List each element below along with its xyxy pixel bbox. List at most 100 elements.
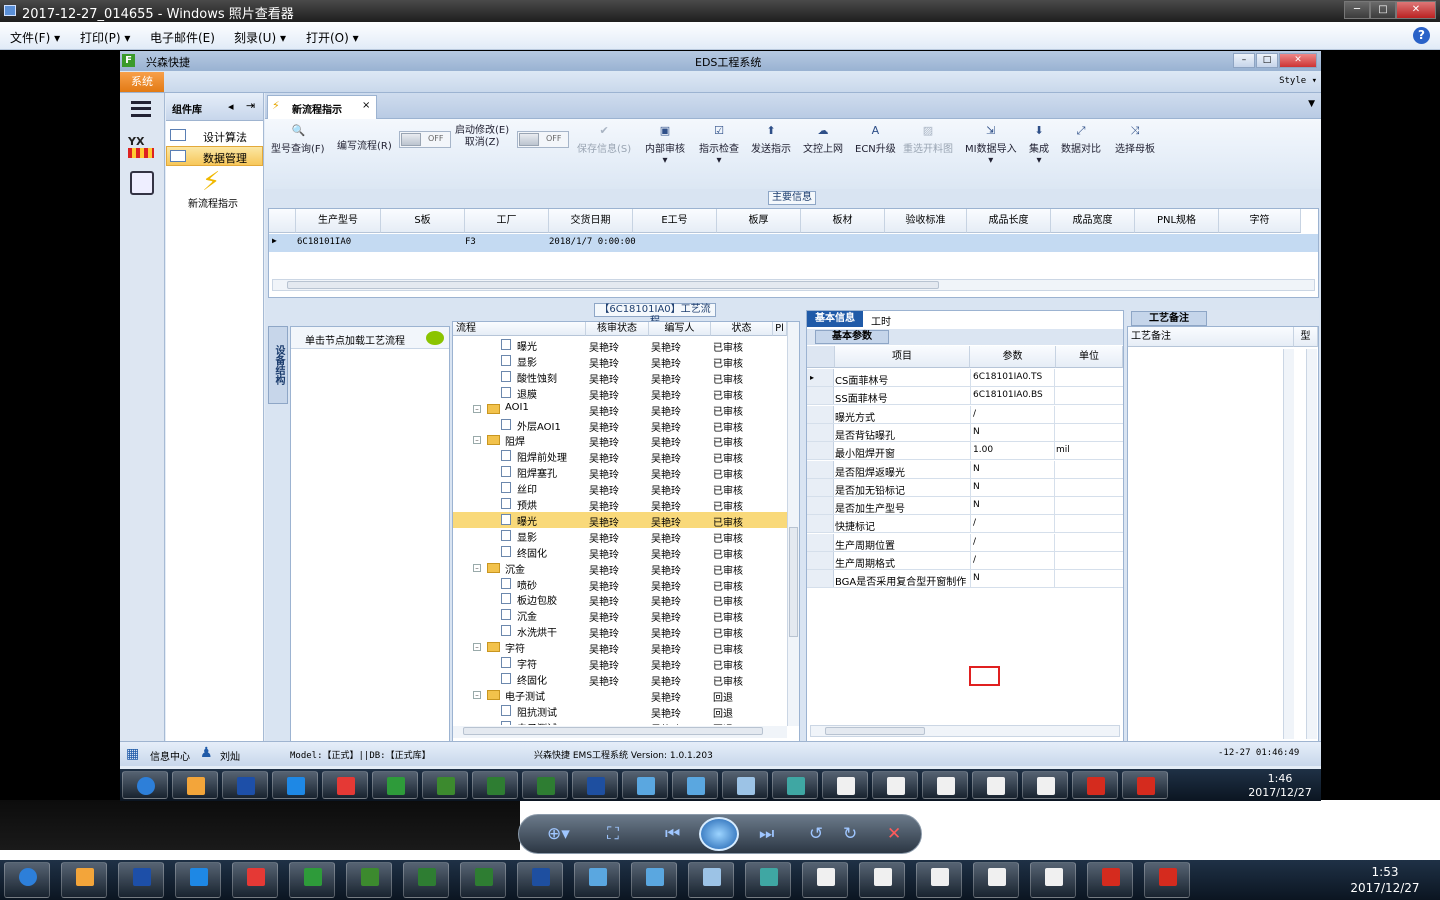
notes-tab[interactable]: 工艺备注 (1131, 311, 1207, 326)
taskbar-photo-button[interactable] (631, 862, 677, 898)
col-header[interactable]: 流程 (453, 322, 586, 336)
rotate-right-icon[interactable]: ↻ (843, 824, 857, 844)
property-row[interactable]: 最小阻焊开窗 1.00 mil (807, 442, 1123, 461)
fit-icon[interactable]: ⛶ (607, 824, 619, 844)
tab-hours[interactable]: 工时 (871, 313, 891, 328)
grid-icon[interactable]: ▦ (126, 746, 139, 762)
col-header[interactable]: 编写人 (649, 322, 711, 336)
basic-params-tab[interactable]: 基本参数 (815, 330, 889, 344)
pin-icon[interactable]: ⇥ (246, 99, 255, 112)
next-icon[interactable]: ⏭ (759, 824, 774, 844)
property-row[interactable]: BGA是否采用复合型开窗制作 N (807, 570, 1123, 589)
send-instruction-button[interactable]: ⬆ 发送指示 (751, 125, 791, 155)
close-icon[interactable]: × (362, 100, 370, 111)
taskbar-excel-button[interactable] (472, 771, 518, 799)
taskbar-x-button[interactable] (859, 862, 905, 898)
taskbar-x-button[interactable] (822, 771, 868, 799)
minimize-button[interactable]: ─ (1344, 1, 1370, 19)
tree-row[interactable]: 显影 吴艳玲 吴艳玲 已审核 (453, 353, 787, 370)
property-value[interactable]: N (970, 478, 1055, 496)
col-header[interactable]: S板 (381, 209, 465, 233)
tree-row[interactable]: – 阻焊 吴艳玲 吴艳玲 已审核 (453, 432, 787, 449)
redo-chart-button[interactable]: ▨ 重选开料图 (903, 125, 953, 155)
taskbar-x-button[interactable] (1022, 771, 1068, 799)
menu-burn[interactable]: 刻录(U) ▾ (234, 29, 286, 46)
property-value[interactable]: N (970, 497, 1055, 515)
info-center[interactable]: 信息中心 (150, 748, 190, 763)
outer-clock[interactable]: 1:53 2017/12/27 (1340, 864, 1430, 896)
tree-row[interactable]: 酸性蚀刻 吴艳玲 吴艳玲 已审核 (453, 369, 787, 386)
tree-row[interactable]: 板边包胶 吴艳玲 吴艳玲 已审核 (453, 591, 787, 608)
tree-row[interactable]: 曝光 吴艳玲 吴艳玲 已审核 (453, 511, 787, 529)
taskbar-save-button[interactable] (222, 771, 268, 799)
taskbar-shell-button[interactable] (772, 771, 818, 799)
app-minimize-button[interactable]: – (1233, 53, 1255, 68)
tree-row[interactable]: 水洗烘干 吴艳玲 吴艳玲 已审核 (453, 623, 787, 640)
collapse-toggle-icon[interactable]: – (473, 404, 481, 413)
col-header[interactable]: PNL规格 (1135, 209, 1219, 233)
table-row[interactable]: ▶ 6C18101IA0 F3 2018/1/7 0:00:00 (269, 234, 1318, 252)
col-header[interactable]: 成品长度 (967, 209, 1051, 233)
taskbar-pdf-button[interactable] (1072, 771, 1118, 799)
col-header[interactable]: Pl (773, 322, 787, 336)
tree-hscrollbar[interactable] (453, 726, 787, 738)
taskbar-g-button[interactable] (322, 771, 368, 799)
taskbar-x-button[interactable] (872, 771, 918, 799)
collapse-toggle-icon[interactable]: – (473, 690, 481, 699)
taskbar-excel-button[interactable] (403, 862, 449, 898)
property-value[interactable]: 1.00 (970, 442, 1055, 460)
edit-flow-button[interactable]: 编写流程(R) (337, 137, 392, 152)
tree-row[interactable]: 外层AOI1 吴艳玲 吴艳玲 已审核 (453, 417, 787, 434)
taskbar-photo-button[interactable] (574, 862, 620, 898)
taskbar-photo-button[interactable] (622, 771, 668, 799)
property-row[interactable]: 快捷标记 / (807, 515, 1123, 534)
collapse-toggle-icon[interactable]: – (473, 436, 481, 445)
tree-row[interactable]: 显影 吴艳玲 吴艳玲 已审核 (453, 528, 787, 545)
notes-vscrollbar[interactable] (1283, 349, 1294, 739)
select-board-button[interactable]: ⤨ 选择母板 (1115, 125, 1155, 155)
col-header[interactable]: 工艺备注 (1128, 327, 1294, 347)
notes-vscrollbar-2[interactable] (1306, 349, 1317, 739)
close-button[interactable]: ✕ (1396, 1, 1436, 19)
property-value[interactable]: / (970, 405, 1055, 423)
tree-row[interactable]: 电子测试 吴艳玲 回退 (453, 719, 787, 725)
taskbar-f-button[interactable] (289, 862, 335, 898)
hamburger-icon[interactable] (131, 101, 151, 117)
taskbar-chrome-shell-button[interactable] (61, 862, 107, 898)
scroll-thumb[interactable] (789, 527, 798, 637)
tab-basic-info[interactable]: 基本信息 (807, 311, 863, 327)
tree-row[interactable]: 预烘 吴艳玲 吴艳玲 已审核 (453, 496, 787, 513)
rotate-left-icon[interactable]: ↺ (809, 824, 823, 844)
taskbar-x-button[interactable] (972, 771, 1018, 799)
calculator-icon[interactable] (130, 171, 154, 195)
load-hint-row[interactable]: 单击节点加载工艺流程 (291, 327, 449, 349)
taskbar-x-button[interactable] (802, 862, 848, 898)
tree-row[interactable]: 阻焊塞孔 吴艳玲 吴艳玲 已审核 (453, 464, 787, 481)
taskbar-excel-button[interactable] (522, 771, 568, 799)
auto-modify-button[interactable]: 启动修改(E) 取消(Z) (455, 125, 509, 149)
slideshow-button[interactable] (699, 817, 739, 851)
property-row[interactable]: ▸ CS面菲林号 6C18101IA0.TS (807, 369, 1123, 387)
collapse-left-icon[interactable]: ◂ (228, 100, 234, 113)
upload-web-button[interactable]: ☁ 文控上网 (803, 125, 843, 155)
collapse-toggle-icon[interactable]: – (473, 563, 481, 572)
col-header[interactable]: 板材 (801, 209, 885, 233)
taskbar-chrome-shell-button[interactable] (172, 771, 218, 799)
property-value[interactable]: / (970, 515, 1055, 533)
taskbar-f-button[interactable] (372, 771, 418, 799)
property-row[interactable]: 是否加生产型号 N (807, 497, 1123, 516)
tree-row[interactable]: 退膜 吴艳玲 吴艳玲 已审核 (453, 385, 787, 402)
delete-icon[interactable]: ✕ (887, 824, 901, 844)
taskbar-start-button[interactable] (4, 862, 50, 898)
col-header[interactable]: 核审状态 (586, 322, 649, 336)
collapse-toggle-icon[interactable]: – (473, 643, 481, 652)
col-header[interactable]: 项目 (835, 346, 970, 368)
tree-row[interactable]: 阻抗测试 吴艳玲 回退 (453, 703, 787, 720)
taskbar-ie-button[interactable] (175, 862, 221, 898)
taskbar-doc-button[interactable] (688, 862, 734, 898)
col-header[interactable]: 工厂 (465, 209, 549, 233)
taskbar-x-button[interactable] (922, 771, 968, 799)
property-row[interactable]: SS面菲林号 6C18101IA0.BS (807, 387, 1123, 406)
col-header[interactable]: 板厚 (717, 209, 801, 233)
menu-file[interactable]: 文件(F) ▾ (10, 29, 60, 46)
